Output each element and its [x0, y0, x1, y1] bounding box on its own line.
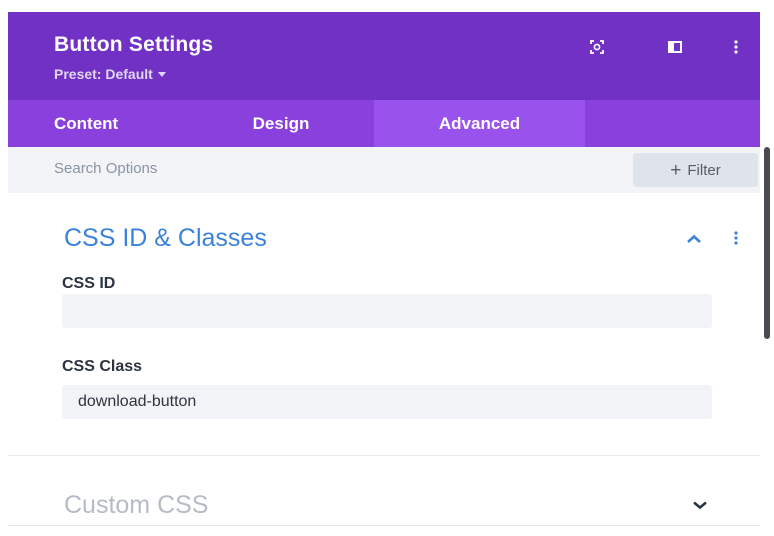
section-divider — [8, 525, 760, 526]
panel-header: Button Settings Preset: Default — [8, 12, 760, 100]
tab-content[interactable]: Content — [8, 100, 188, 147]
search-bar: + Filter — [8, 147, 760, 193]
section-css-id-classes-header[interactable]: CSS ID & Classes — [8, 209, 760, 259]
section-custom-css-header[interactable]: Custom CSS — [8, 467, 760, 519]
search-input[interactable] — [54, 160, 414, 177]
settings-panel: Button Settings Preset: Default Content … — [8, 12, 760, 536]
css-class-field[interactable] — [62, 385, 712, 419]
css-id-label: CSS ID — [62, 275, 116, 292]
css-class-label: CSS Class — [62, 358, 143, 375]
scrollbar[interactable] — [764, 147, 770, 339]
caret-down-icon — [157, 71, 166, 77]
tab-design[interactable]: Design — [188, 100, 374, 147]
css-id-field[interactable] — [62, 294, 712, 328]
section-divider — [8, 455, 760, 456]
section-title-custom-css: Custom CSS — [64, 491, 209, 519]
section-options-icon[interactable] — [734, 231, 738, 245]
plus-icon: + — [670, 159, 682, 181]
filter-label: Filter — [687, 161, 721, 179]
more-options-icon[interactable] — [725, 36, 747, 58]
split-view-icon[interactable] — [664, 36, 686, 58]
preset-dropdown[interactable]: Preset: Default — [54, 66, 166, 82]
fullscreen-icon[interactable] — [586, 36, 608, 58]
tab-advanced[interactable]: Advanced — [374, 100, 585, 147]
chevron-down-icon[interactable] — [692, 500, 708, 510]
chevron-up-icon[interactable] — [686, 234, 702, 244]
preset-label: Preset: Default — [54, 66, 153, 82]
filter-button[interactable]: + Filter — [633, 153, 758, 187]
panel-title: Button Settings — [54, 33, 214, 56]
tab-bar: Content Design Advanced — [8, 100, 760, 147]
section-title-css-id-classes: CSS ID & Classes — [64, 224, 267, 252]
